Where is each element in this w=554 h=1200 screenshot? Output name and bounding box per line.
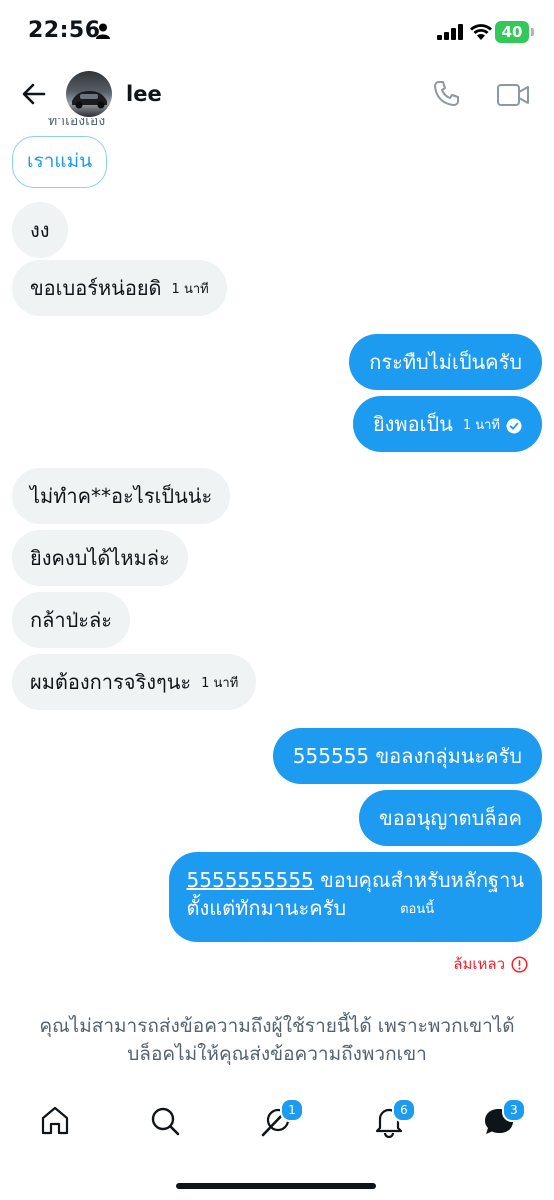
notification-badge: 3 bbox=[502, 1098, 526, 1122]
outgoing-message[interactable]: กระทืบไม่เป็นครับ bbox=[349, 334, 542, 390]
message-text: ยิงคงบได้ไหมล่ะ bbox=[30, 546, 170, 570]
incoming-message[interactable]: ไม่ทำค**อะไรเป็นน่ะ bbox=[12, 468, 231, 524]
nav-notifications[interactable]: 6 bbox=[372, 1098, 416, 1139]
back-arrow-icon[interactable] bbox=[18, 78, 50, 110]
battery-indicator: 40 bbox=[495, 21, 529, 43]
wifi-icon bbox=[470, 24, 492, 40]
status-bar: 22:56 40 bbox=[0, 0, 554, 64]
nav-spaces[interactable]: 1 bbox=[260, 1098, 304, 1138]
message-text: งง bbox=[30, 218, 50, 242]
message-text-line1: ขอบคุณสำหรับหลักฐาน bbox=[313, 868, 524, 892]
blocked-notice: คุณไม่สามารถส่งข้อความถึงผู้ใช้รายนี้ได้… bbox=[39, 1015, 515, 1065]
contact-name[interactable]: lee bbox=[126, 82, 162, 106]
outgoing-message[interactable]: 555555 ขอลงกลุ่มนะครับ bbox=[272, 728, 542, 784]
message-text: ขออนุญาตบล็อค bbox=[379, 806, 522, 830]
incoming-message[interactable]: ผมต้องการจริงๆนะ 1 นาที bbox=[12, 654, 257, 710]
message-text: กล้าป่ะล่ะ bbox=[30, 608, 113, 632]
contact-avatar[interactable] bbox=[66, 71, 112, 117]
message-timestamp: 1 นาที bbox=[171, 281, 209, 297]
cellular-signal-icon bbox=[437, 24, 463, 40]
nav-home[interactable] bbox=[38, 1104, 72, 1138]
home-icon bbox=[41, 1106, 69, 1135]
person-icon bbox=[96, 23, 110, 39]
nav-search[interactable] bbox=[148, 1104, 182, 1138]
error-info-icon bbox=[511, 956, 528, 973]
nav-messages[interactable]: 3 bbox=[482, 1098, 526, 1138]
sent-check-icon bbox=[506, 418, 522, 433]
message-timestamp: 1 นาที bbox=[462, 417, 500, 433]
outgoing-message-failed[interactable]: 5555555555 ขอบคุณสำหรับหลักฐาน ตั้งแต่ทั… bbox=[168, 852, 542, 942]
message-timestamp: ตอนนี้ bbox=[400, 901, 435, 917]
message-text-line2: ตั้งแต่ทักมานะครับ bbox=[186, 896, 347, 920]
search-icon bbox=[151, 1107, 180, 1136]
incoming-message[interactable]: งง bbox=[12, 202, 68, 258]
home-indicator[interactable] bbox=[176, 1183, 376, 1189]
failed-label: ล้มเหลว bbox=[453, 955, 505, 973]
message-text: ขอเบอร์หน่อยดิ bbox=[30, 276, 162, 300]
quick-reply-option[interactable]: เราแม่น bbox=[12, 136, 108, 188]
battery-tip bbox=[531, 28, 534, 36]
incoming-message[interactable]: กล้าป่ะล่ะ bbox=[12, 592, 131, 648]
clipped-message-text: ทำเองเอง bbox=[48, 118, 106, 126]
message-text: ผมต้องการจริงๆนะ bbox=[30, 670, 192, 694]
message-text: ยิงพอเป็น bbox=[372, 412, 453, 436]
phone-call-icon[interactable] bbox=[430, 78, 462, 110]
send-failed-status[interactable]: ล้มเหลว bbox=[453, 952, 528, 976]
incoming-message[interactable]: ขอเบอร์หน่อยดิ 1 นาที bbox=[12, 260, 227, 316]
status-time: 22:56 bbox=[28, 18, 101, 43]
video-call-icon[interactable] bbox=[496, 80, 530, 110]
outgoing-message[interactable]: ขออนุญาตบล็อค bbox=[359, 790, 542, 846]
notification-badge: 6 bbox=[392, 1098, 416, 1122]
outgoing-message[interactable]: ยิงพอเป็น 1 นาที bbox=[352, 396, 542, 452]
incoming-message[interactable]: ยิงคงบได้ไหมล่ะ bbox=[12, 530, 188, 586]
phone-number-link[interactable]: 5555555555 bbox=[187, 868, 314, 892]
conversation-header: lee bbox=[0, 64, 554, 124]
message-text: ไม่ทำค**อะไรเป็นน่ะ bbox=[30, 484, 213, 508]
message-text: 555555 ขอลงกลุ่มนะครับ bbox=[292, 744, 522, 768]
message-text: กระทืบไม่เป็นครับ bbox=[369, 350, 522, 374]
car-photo-icon bbox=[72, 91, 107, 109]
bottom-navigation: 1 6 3 bbox=[0, 1094, 554, 1154]
notification-badge: 1 bbox=[280, 1098, 304, 1122]
message-timestamp: 1 นาที bbox=[201, 675, 239, 691]
